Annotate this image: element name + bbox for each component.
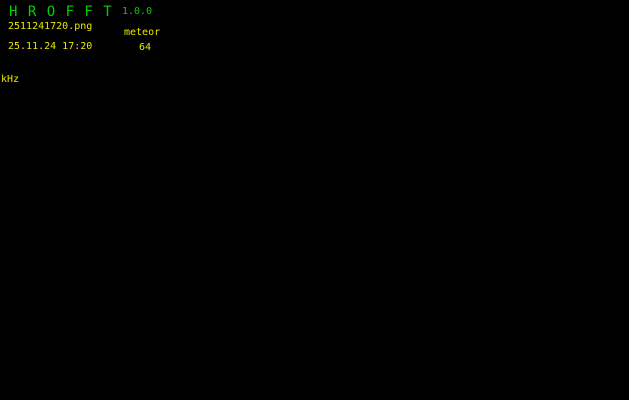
app-title: H R O F F T bbox=[9, 4, 113, 20]
freq-unit-label: kHz bbox=[1, 74, 20, 85]
datetime-label: 25.11.24 17:20 bbox=[8, 41, 93, 52]
hrofft-window: H R O F F T 1.0.0 2511241720.png meteor … bbox=[0, 0, 629, 400]
app-version: 1.0.0 bbox=[122, 6, 153, 17]
echo-count: 64 bbox=[139, 42, 152, 53]
spectrogram-canvas bbox=[20, 72, 618, 400]
mode-label: meteor bbox=[124, 27, 161, 38]
output-filename: 2511241720.png bbox=[8, 21, 93, 32]
